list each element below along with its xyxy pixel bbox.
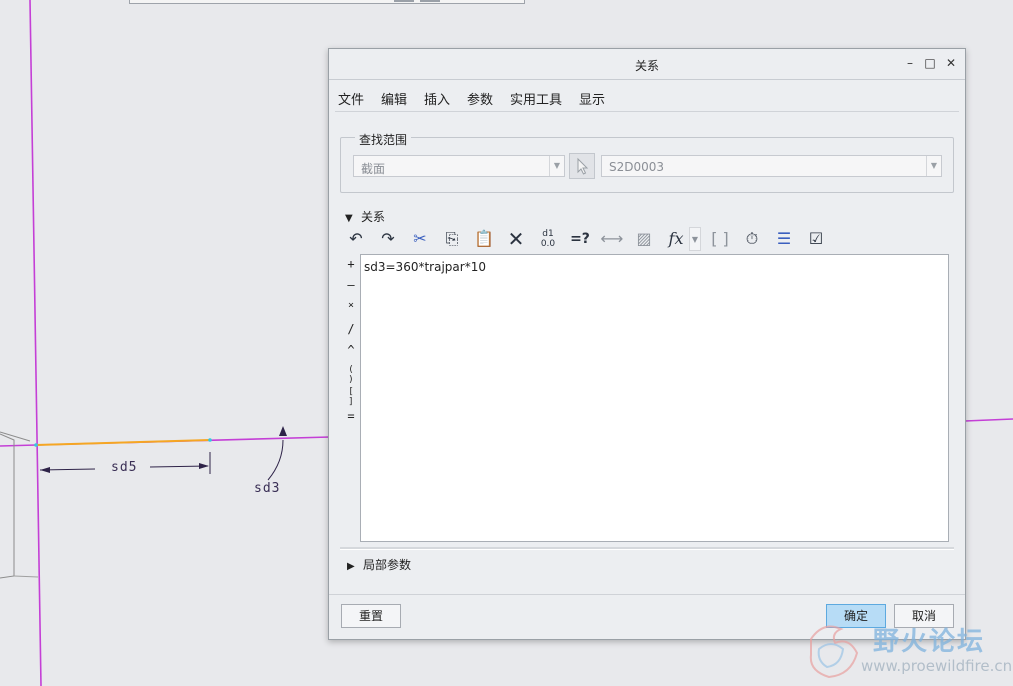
dialog-title: 关系 [634, 59, 659, 73]
function-icon[interactable]: fx [663, 227, 689, 251]
sketch-endpoint [208, 438, 212, 442]
dim-sd5-arrow-left [40, 467, 50, 473]
horizontal-datum-axis-right [964, 418, 1013, 422]
menu-utilities[interactable]: 实用工具 [510, 89, 562, 108]
relations-section-label: 关系 [361, 210, 386, 224]
operator-parentheses[interactable]: ( ) [343, 365, 359, 385]
section-divider [340, 547, 954, 550]
paste-icon[interactable]: 📋 [471, 227, 497, 251]
flame-logo-icon [809, 625, 859, 679]
triangle-down-icon: ▼ [345, 213, 353, 224]
operator-equals[interactable]: = [343, 409, 359, 423]
relations-dialog: 关系 – □ ✕ 文件 编辑 插入 参数 实用工具 显示 查找范围 截面 ▼ S… [328, 48, 966, 640]
scope-type-select[interactable]: 截面 ▼ [353, 155, 565, 177]
menu-edit[interactable]: 编辑 [381, 89, 407, 108]
dim-sd5-arrow-right [199, 463, 209, 469]
part-outline [0, 433, 15, 579]
execute-icon[interactable]: ☑ [803, 227, 829, 251]
scope-type-value: 截面 [361, 162, 386, 176]
copy-icon[interactable]: ⎘ [439, 227, 465, 251]
part-outline-top [0, 431, 31, 442]
sketch-startpoint [34, 443, 38, 447]
relations-editor[interactable] [360, 254, 949, 542]
dim-sd3-arc [267, 439, 284, 481]
minimize-button[interactable]: – [902, 55, 918, 71]
top-panel-stub [129, 0, 525, 4]
show-dims-icon[interactable]: ⟷ [599, 227, 625, 251]
cut-icon[interactable]: ✂ [407, 227, 433, 251]
sort-icon[interactable]: ☰ [771, 227, 797, 251]
dim-sd3-arrow [279, 426, 287, 436]
sketch-line [35, 439, 211, 446]
menu-separator [335, 111, 959, 112]
relations-textarea[interactable] [361, 255, 948, 541]
scope-object-select[interactable]: S2D0003 ▼ [601, 155, 942, 177]
evaluate-icon[interactable]: =? [567, 227, 593, 251]
menu-parameters[interactable]: 参数 [467, 89, 493, 108]
local-params-label: 局部参数 [363, 558, 412, 572]
operator-divide[interactable]: / [343, 322, 359, 336]
section-icon[interactable]: ▨ [631, 227, 657, 251]
verify-icon[interactable]: ⏱ [739, 227, 765, 251]
search-scope-label: 查找范围 [355, 131, 412, 148]
select-object-button[interactable] [569, 153, 595, 179]
menu-insert[interactable]: 插入 [424, 89, 450, 108]
scope-object-value: S2D0003 [609, 160, 665, 174]
dim-label-sd3[interactable]: sd3 [254, 481, 280, 496]
forum-watermark: 野火论坛 www.proewildfire.cn [801, 619, 1013, 686]
brackets-icon[interactable]: [ ] [707, 227, 733, 251]
cursor-arrow-icon [577, 157, 589, 175]
footer-separator [329, 594, 965, 595]
reset-button[interactable]: 重置 [341, 604, 401, 628]
dim-label-sd5[interactable]: sd5 [111, 460, 137, 475]
vertical-datum-axis [29, 0, 42, 686]
operator-brackets[interactable]: [ ] [343, 387, 359, 407]
operator-minus[interactable]: – [343, 278, 359, 292]
watermark-url: www.proewildfire.cn [861, 657, 1013, 675]
function-dropdown-icon[interactable]: ▼ [689, 227, 701, 251]
close-button[interactable]: ✕ [943, 55, 959, 71]
triangle-right-icon: ▶ [347, 561, 355, 572]
menu-bar: 文件 编辑 插入 参数 实用工具 显示 [329, 85, 965, 109]
operator-multiply[interactable]: × [343, 300, 359, 311]
part-outline-edge [13, 575, 39, 578]
delete-icon[interactable]: ✕ [503, 227, 529, 251]
dialog-titlebar[interactable]: 关系 – □ ✕ [329, 49, 965, 80]
relations-section-toggle[interactable]: ▼ 关系 [345, 208, 385, 225]
menu-display[interactable]: 显示 [579, 89, 605, 108]
undo-icon[interactable]: ↶ [343, 227, 369, 251]
operator-power[interactable]: ^ [343, 343, 359, 357]
operator-plus[interactable]: + [343, 257, 359, 271]
chevron-down-icon[interactable]: ▼ [926, 156, 941, 176]
watermark-title: 野火论坛 [873, 627, 986, 657]
maximize-button[interactable]: □ [922, 55, 938, 71]
switch-dims-icon[interactable]: d1 0.0 [535, 227, 561, 251]
menu-file[interactable]: 文件 [338, 89, 364, 108]
local-params-toggle[interactable]: ▶ 局部参数 [347, 556, 411, 573]
chevron-down-icon[interactable]: ▼ [549, 156, 564, 176]
redo-icon[interactable]: ↷ [375, 227, 401, 251]
